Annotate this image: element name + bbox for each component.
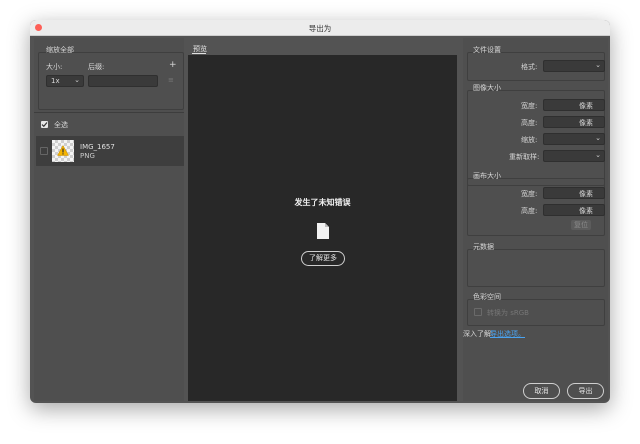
title-bar: 导出为 bbox=[30, 20, 610, 36]
suffix-label: 后缀: bbox=[88, 63, 105, 71]
canvas-height-unit: 像素 bbox=[579, 207, 593, 215]
error-title: 发生了未知错误 bbox=[294, 198, 351, 207]
convert-srgb-label: 转换为 sRGB bbox=[487, 309, 529, 317]
add-scale-button[interactable]: + bbox=[169, 60, 177, 70]
asset-checkbox[interactable] bbox=[40, 147, 48, 155]
learn-more-prefix: 深入了解: bbox=[463, 330, 494, 338]
resample-label: 重新取样: bbox=[509, 153, 540, 161]
image-height-input[interactable] bbox=[543, 116, 605, 128]
image-width-label: 宽度: bbox=[521, 102, 538, 110]
select-all-checkbox[interactable] bbox=[41, 121, 48, 128]
canvas-height-input[interactable] bbox=[543, 204, 605, 216]
learn-more-label: 了解更多 bbox=[309, 254, 337, 262]
canvas-width-unit: 像素 bbox=[579, 190, 593, 198]
file-settings-heading: 文件设置 bbox=[473, 46, 501, 54]
chevron-down-icon: ⌄ bbox=[595, 61, 601, 69]
scale-select[interactable]: 1x ⌄ bbox=[46, 75, 84, 87]
image-height-label: 高度: bbox=[521, 119, 538, 127]
metadata-group bbox=[467, 249, 605, 287]
chevron-down-icon: ⌄ bbox=[595, 134, 601, 142]
scale-value: 1x bbox=[51, 77, 60, 85]
reset-button[interactable]: 复位 bbox=[571, 220, 591, 230]
divider bbox=[34, 112, 184, 113]
right-panel: 文件设置 格式: ⌄ 图像大小 宽度: 像素 高度: 像素 缩放: ⌄ 重新取样… bbox=[463, 38, 608, 401]
remove-scale-icon[interactable]: ≡ bbox=[168, 76, 174, 84]
resample-select[interactable]: ⌄ bbox=[543, 150, 605, 162]
image-width-input[interactable] bbox=[543, 99, 605, 111]
learn-more-button[interactable]: 了解更多 bbox=[301, 251, 345, 266]
canvas-size-heading: 画布大小 bbox=[473, 172, 501, 180]
cancel-label: 取消 bbox=[534, 387, 549, 395]
size-label: 大小: bbox=[46, 63, 63, 71]
scale-label: 缩放: bbox=[521, 136, 538, 144]
format-select[interactable]: ⌄ bbox=[543, 60, 605, 72]
metadata-heading: 元数据 bbox=[473, 243, 494, 251]
preview-canvas: 发生了未知错误 了解更多 bbox=[188, 55, 457, 401]
format-label: 格式: bbox=[521, 63, 538, 71]
canvas-width-input[interactable] bbox=[543, 187, 605, 199]
cancel-button[interactable]: 取消 bbox=[523, 383, 560, 399]
suffix-input[interactable] bbox=[88, 75, 158, 87]
asset-row[interactable]: IMG_1657 PNG bbox=[36, 136, 184, 166]
export-button[interactable]: 导出 bbox=[567, 383, 604, 399]
image-width-unit: 像素 bbox=[579, 102, 593, 110]
left-panel: 缩放全部 大小: 后缀: + 1x ⌄ ≡ 全选 IMG_1657 PNG bbox=[34, 38, 184, 401]
asset-thumbnail bbox=[52, 140, 74, 162]
chevron-down-icon: ⌄ bbox=[595, 151, 601, 159]
image-size-heading: 图像大小 bbox=[473, 84, 501, 92]
scale-all-heading: 缩放全部 bbox=[46, 46, 74, 54]
image-scale-select[interactable]: ⌄ bbox=[543, 133, 605, 145]
canvas-width-label: 宽度: bbox=[521, 190, 538, 198]
export-label: 导出 bbox=[578, 387, 593, 395]
asset-format: PNG bbox=[80, 152, 95, 160]
export-options-link[interactable]: 导出选项。 bbox=[490, 329, 525, 339]
reset-label: 复位 bbox=[574, 221, 588, 229]
warning-icon bbox=[57, 145, 69, 156]
select-all-label: 全选 bbox=[54, 121, 68, 129]
checkmark-icon bbox=[41, 122, 48, 128]
export-as-dialog: 导出为 缩放全部 大小: 后缀: + 1x ⌄ ≡ 全选 IMG_1657 PN… bbox=[30, 20, 610, 403]
color-space-heading: 色彩空间 bbox=[473, 293, 501, 301]
image-height-unit: 像素 bbox=[579, 119, 593, 127]
asset-name: IMG_1657 bbox=[80, 143, 115, 151]
window-title: 导出为 bbox=[308, 24, 332, 33]
chevron-down-icon: ⌄ bbox=[74, 76, 80, 84]
tab-underline bbox=[192, 53, 206, 54]
document-icon bbox=[317, 223, 329, 239]
convert-srgb-checkbox[interactable] bbox=[474, 308, 482, 316]
canvas-height-label: 高度: bbox=[521, 207, 538, 215]
